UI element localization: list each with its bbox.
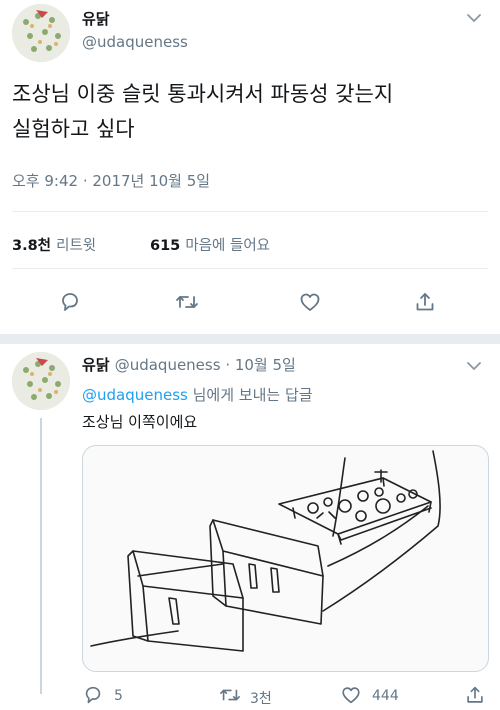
tweet-timestamp[interactable]: 오후 9:42 · 2017년 10월 5일 — [12, 170, 210, 191]
retweet-label: 리트윗 — [56, 238, 97, 254]
drawing-illustration — [90, 450, 441, 652]
chevron-down-icon[interactable] — [466, 360, 482, 372]
reply-text: 조상님 이쪽이에요 — [82, 413, 198, 431]
section-separator — [0, 334, 500, 344]
retweet-count: 3천 — [250, 691, 272, 707]
thread-line — [40, 418, 42, 694]
like-icon[interactable] — [340, 684, 362, 706]
avatar-image — [12, 4, 70, 62]
reply-count: 5 — [114, 688, 123, 704]
share-icon[interactable] — [464, 684, 486, 706]
reply-media-image[interactable] — [82, 445, 489, 672]
reply-to-link[interactable]: @udaqueness — [82, 386, 188, 404]
retweet-stat[interactable]: 3.8천 리트윗 — [12, 234, 96, 255]
reply-icon[interactable] — [82, 684, 104, 706]
tweet-text-line-2: 실험하고 싶다 — [12, 117, 135, 141]
reply-icon[interactable] — [58, 290, 82, 314]
reply-display-name[interactable]: 유닭 — [82, 356, 110, 374]
like-count: 444 — [372, 688, 399, 704]
like-label: 마음에 들어요 — [185, 238, 271, 254]
like-stat[interactable]: 615 마음에 들어요 — [150, 234, 270, 255]
retweet-icon[interactable] — [218, 684, 242, 706]
avatar[interactable] — [12, 4, 70, 62]
reply-to-suffix: 님에게 보내는 답글 — [187, 386, 313, 404]
avatar-image — [12, 352, 70, 410]
reply-avatar[interactable] — [12, 352, 70, 410]
like-icon[interactable] — [298, 290, 322, 314]
display-name[interactable]: 유닭 — [82, 8, 110, 29]
tweet-text-line-1: 조상님 이중 슬릿 통과시켜서 파동성 갖는지 — [12, 82, 394, 106]
retweet-count: 3.8천 — [12, 238, 52, 254]
share-icon[interactable] — [413, 290, 437, 314]
divider — [12, 268, 488, 269]
like-count: 615 — [150, 238, 181, 254]
reply-context: @udaqueness 님에게 보내는 답글 — [82, 384, 313, 405]
reply-header[interactable]: 유닭 @udaqueness · 10월 5일 — [82, 354, 296, 375]
chevron-down-icon[interactable] — [466, 12, 482, 24]
retweet-icon[interactable] — [174, 290, 200, 314]
divider — [12, 211, 488, 212]
reply-handle-date[interactable]: @udaqueness · 10월 5일 — [115, 356, 296, 374]
username[interactable]: @udaqueness — [82, 33, 188, 51]
